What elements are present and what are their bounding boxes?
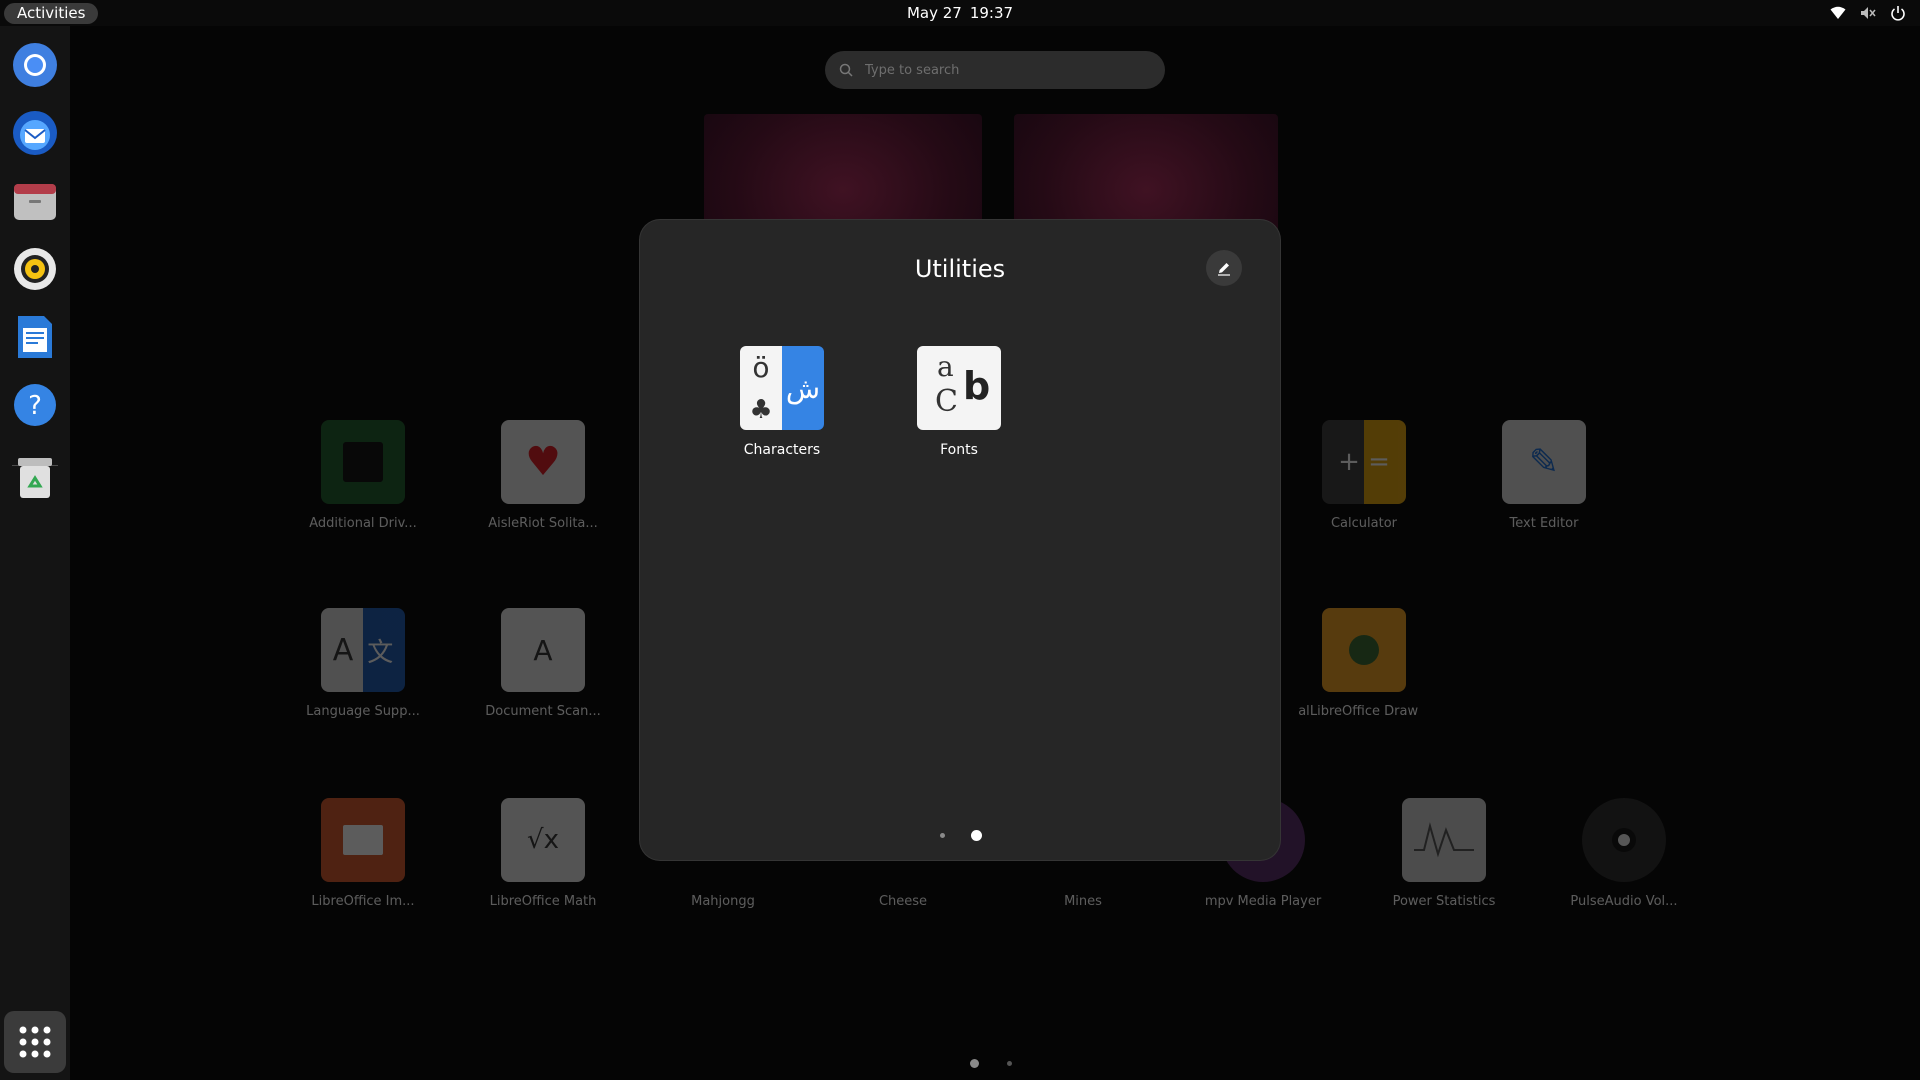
dock: ? bbox=[0, 26, 70, 1080]
folder-title[interactable]: Utilities bbox=[640, 255, 1280, 283]
wifi-icon[interactable] bbox=[1830, 5, 1846, 21]
text-editor-icon: ✎ bbox=[1502, 420, 1586, 504]
volume-muted-icon[interactable] bbox=[1860, 5, 1876, 21]
scanner-icon: A bbox=[501, 608, 585, 692]
app-calculator[interactable]: + = Calculator bbox=[1294, 420, 1434, 531]
folder-app-label: Characters bbox=[743, 442, 821, 458]
dock-app-thunderbird[interactable] bbox=[12, 110, 58, 156]
draw-icon bbox=[1322, 608, 1406, 692]
search-icon bbox=[839, 63, 853, 77]
dock-app-files[interactable] bbox=[12, 178, 58, 224]
show-apps-button[interactable] bbox=[4, 1011, 66, 1073]
folder-app-label: Fonts bbox=[940, 442, 978, 458]
folder-app-characters[interactable]: ö ♣ ش Characters bbox=[712, 346, 852, 458]
files-icon bbox=[14, 184, 56, 220]
app-additional-drivers[interactable]: Additional Driv... bbox=[293, 420, 433, 531]
power-icon[interactable] bbox=[1890, 5, 1906, 21]
dock-app-trash[interactable] bbox=[12, 454, 58, 500]
math-icon: √x bbox=[501, 798, 585, 882]
overview-page-dot-2[interactable] bbox=[1007, 1061, 1012, 1066]
svg-text:?: ? bbox=[28, 391, 42, 421]
power-statistics-icon bbox=[1402, 798, 1486, 882]
search-bar[interactable] bbox=[825, 51, 1165, 89]
chromium-icon bbox=[13, 43, 57, 87]
overview-page-dot-1[interactable] bbox=[970, 1059, 979, 1068]
impress-icon bbox=[321, 798, 405, 882]
dock-app-chromium[interactable] bbox=[12, 42, 58, 88]
help-icon: ? bbox=[14, 384, 56, 426]
trash-icon bbox=[18, 458, 52, 498]
language-icon: A文 bbox=[321, 608, 405, 692]
app-aisleriot[interactable]: ♥ AisleRiot Solita... bbox=[473, 420, 613, 531]
speaker-icon bbox=[1582, 798, 1666, 882]
app-pulseaudio-volume[interactable]: PulseAudio Vol... bbox=[1554, 798, 1694, 909]
folder-page-dot-2[interactable] bbox=[971, 830, 982, 841]
clock-time: 19:37 bbox=[969, 4, 1014, 22]
calculator-icon: + = bbox=[1322, 420, 1406, 504]
folder-page-dot-1[interactable] bbox=[940, 833, 945, 838]
dock-app-help[interactable]: ? bbox=[12, 382, 58, 428]
characters-icon: ö ♣ ش bbox=[740, 346, 824, 430]
app-power-statistics[interactable]: Power Statistics bbox=[1374, 798, 1514, 909]
app-document-scanner[interactable]: A Document Scan... bbox=[473, 608, 613, 719]
folder-rename-button[interactable] bbox=[1206, 250, 1242, 286]
thunderbird-icon bbox=[13, 111, 57, 155]
app-text-editor[interactable]: ✎ Text Editor bbox=[1474, 420, 1614, 531]
system-tray[interactable] bbox=[1830, 4, 1906, 22]
dock-app-rhythmbox[interactable] bbox=[12, 246, 58, 292]
grid-icon bbox=[19, 1026, 51, 1058]
top-bar: Activities May 27 19:37 bbox=[0, 0, 1920, 26]
search-input[interactable] bbox=[865, 62, 1135, 78]
app-libreoffice-math[interactable]: √x LibreOffice Math bbox=[473, 798, 613, 909]
folder-app-fonts[interactable]: a C b Fonts bbox=[889, 346, 1029, 458]
pencil-icon bbox=[1218, 263, 1230, 276]
clock-date: May 27 bbox=[906, 4, 962, 22]
app-libreoffice-impress[interactable]: LibreOffice Im... bbox=[293, 798, 433, 909]
clock[interactable]: May 27 19:37 bbox=[0, 0, 1920, 26]
cards-icon: ♥ bbox=[501, 420, 585, 504]
writer-icon bbox=[18, 316, 52, 358]
chip-icon bbox=[321, 420, 405, 504]
fonts-icon: a C b bbox=[917, 346, 1001, 430]
dock-app-libreoffice-writer[interactable] bbox=[12, 314, 58, 360]
folder-page-indicator bbox=[940, 830, 982, 841]
app-language-support[interactable]: A文 Language Supp... bbox=[293, 608, 433, 719]
app-libreoffice-draw[interactable]: LibreOffice Draw bbox=[1294, 608, 1434, 719]
rhythmbox-icon bbox=[14, 248, 56, 290]
app-folder-dialog: Utilities ö ♣ ش Characters a C b Fonts bbox=[640, 220, 1280, 860]
overview-page-indicator bbox=[970, 1059, 1012, 1068]
